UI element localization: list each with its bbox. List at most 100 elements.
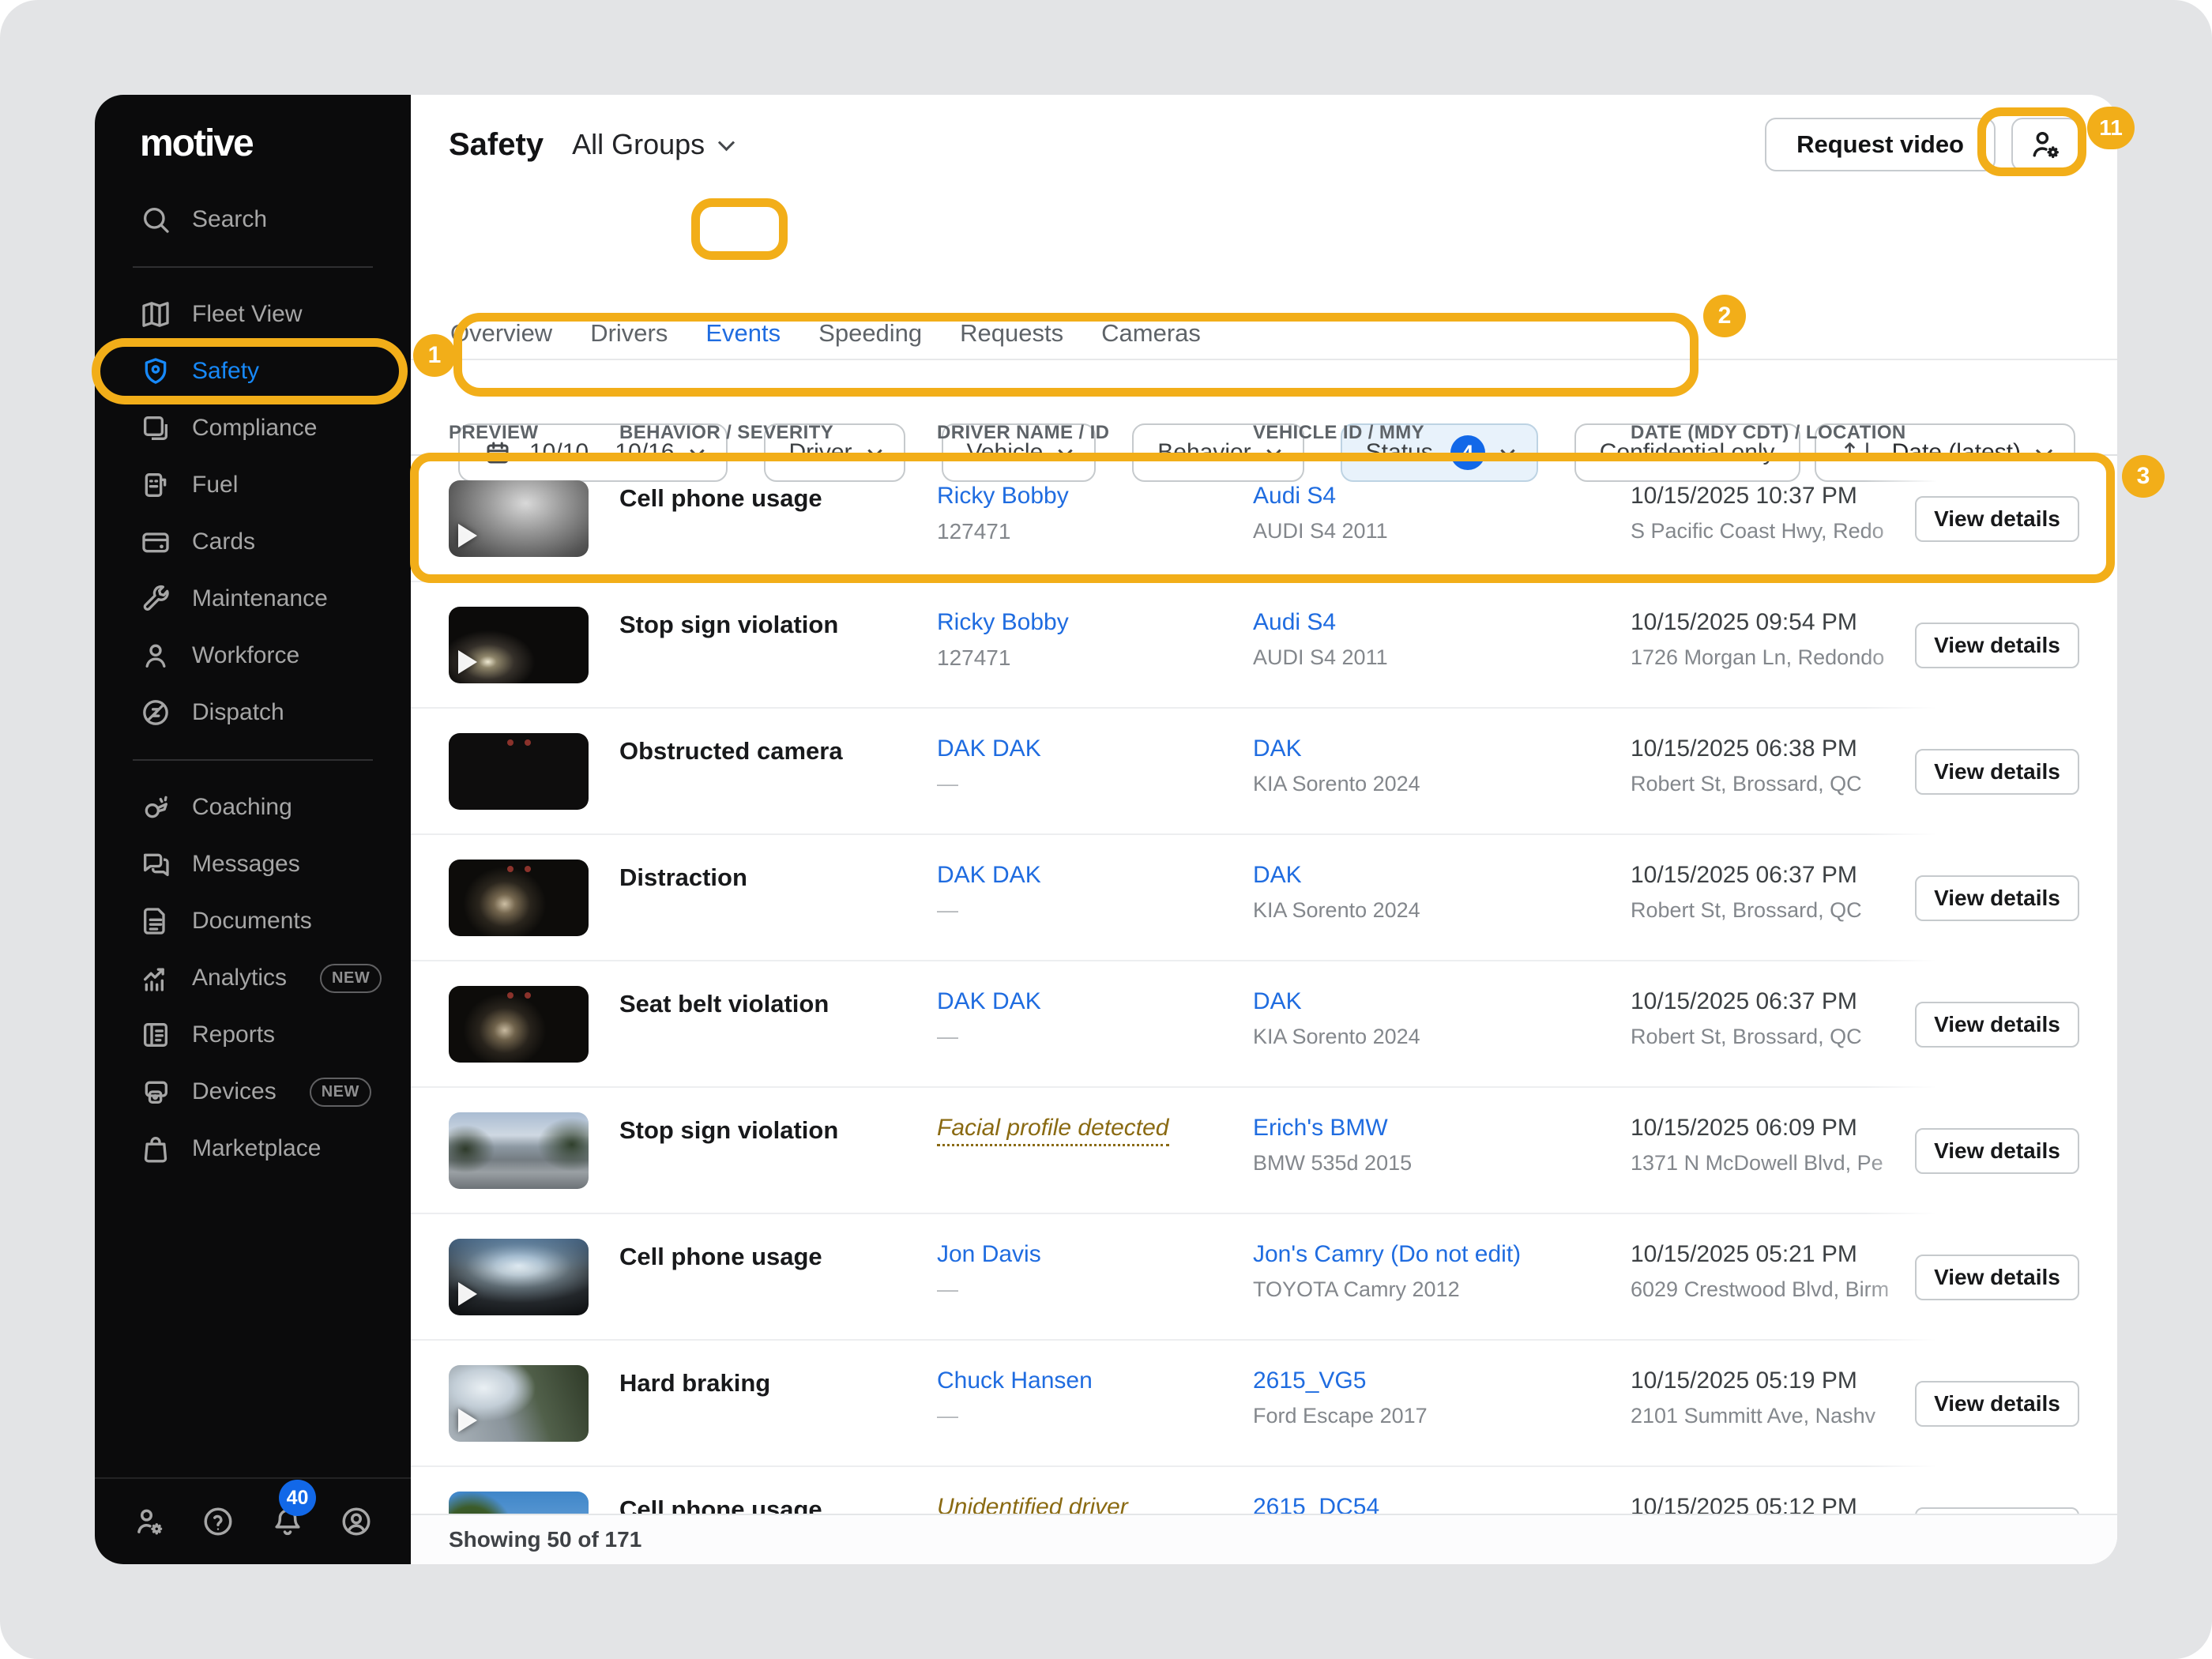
sidebar-item-analytics[interactable]: Analytics NEW (95, 950, 411, 1006)
event-thumbnail[interactable] (449, 1365, 589, 1442)
table-row[interactable]: Cell phone usage Unidentified driver 261… (411, 1467, 2117, 1514)
event-thumbnail[interactable] (449, 1492, 589, 1514)
driver-link[interactable]: DAK DAK (937, 862, 1041, 889)
driver-link[interactable]: Ricky Bobby (937, 483, 1069, 510)
tab-requests[interactable]: Requests (958, 314, 1065, 352)
sidebar-item-marketplace[interactable]: Marketplace (95, 1120, 411, 1177)
view-details-button[interactable]: View details (1915, 1255, 2079, 1300)
main-content: Safety All Groups Request video Overview… (411, 95, 2117, 1564)
view-details-button[interactable]: View details (1915, 749, 2079, 795)
event-date: 10/15/2025 05:12 PM (1631, 1494, 1857, 1514)
event-thumbnail[interactable] (449, 480, 589, 557)
vehicle-link[interactable]: Erich's BMW (1253, 1115, 1388, 1142)
event-thumbnail[interactable] (449, 1112, 589, 1189)
event-thumbnail[interactable] (449, 1239, 589, 1315)
table-row[interactable]: Stop sign violation Facial profile detec… (411, 1088, 2117, 1214)
sidebar-item-documents[interactable]: Documents (95, 893, 411, 950)
sidebar-item-devices[interactable]: Devices NEW (95, 1063, 411, 1120)
sidebar-item-workforce[interactable]: Workforce (95, 627, 411, 684)
sidebar-item-compliance[interactable]: Compliance (95, 400, 411, 457)
bell-icon[interactable]: 40 (269, 1503, 306, 1540)
sidebar-item-fleet-view[interactable]: Fleet View (95, 286, 411, 343)
document-icon (140, 905, 171, 937)
sidebar-item-cards[interactable]: Cards (95, 514, 411, 570)
tab-overview[interactable]: Overview (449, 314, 554, 352)
view-details-button[interactable]: View details (1915, 1128, 2079, 1174)
sidebar-item-safety[interactable]: Safety (95, 343, 411, 400)
event-thumbnail[interactable] (449, 607, 589, 683)
table-row[interactable]: Distraction DAK DAK— DAKKIA Sorento 2024… (411, 835, 2117, 961)
report-page-icon (140, 1019, 171, 1051)
event-location: S Pacific Coast Hwy, Redo (1631, 519, 1884, 544)
request-video-button[interactable]: Request video (1765, 118, 1996, 171)
vehicle-mmy: KIA Sorento 2024 (1253, 1025, 1420, 1049)
safety-settings-button[interactable] (2011, 118, 2079, 171)
sidebar-item-label: Cards (192, 529, 255, 555)
table-row[interactable]: Hard braking Chuck Hansen— 2615_VG5Ford … (411, 1341, 2117, 1467)
search-icon (140, 204, 171, 235)
event-date: 10/15/2025 10:37 PM (1631, 483, 1857, 510)
event-thumbnail[interactable] (449, 860, 589, 936)
vehicle-link[interactable]: DAK (1253, 862, 1302, 889)
tab-cameras[interactable]: Cameras (1100, 314, 1202, 352)
driver-id: — (937, 1277, 958, 1302)
sidebar-item-fuel[interactable]: Fuel (95, 457, 411, 514)
sidebar-item-maintenance[interactable]: Maintenance (95, 570, 411, 627)
table-row[interactable]: Cell phone usage Ricky Bobby127471 Audi … (411, 456, 2117, 582)
sidebar-item-label: Documents (192, 908, 312, 935)
column-header-date: DATE (MDY CDT) / LOCATION (1631, 422, 2117, 444)
sidebar-item-label: Maintenance (192, 585, 328, 612)
driver-facial-profile-link[interactable]: Facial profile detected (937, 1115, 1169, 1146)
group-selector-label: All Groups (572, 128, 705, 161)
tab-drivers[interactable]: Drivers (589, 314, 669, 352)
sidebar-item-reports[interactable]: Reports (95, 1006, 411, 1063)
driver-link[interactable]: DAK DAK (937, 988, 1041, 1015)
sidebar-item-label: Messages (192, 851, 300, 878)
group-selector[interactable]: All Groups (572, 128, 732, 161)
sidebar-footer: 40 (95, 1477, 411, 1564)
credit-card-icon (140, 526, 171, 558)
driver-link[interactable]: DAK DAK (937, 735, 1041, 762)
driver-link[interactable]: Ricky Bobby (937, 609, 1069, 636)
vehicle-link[interactable]: DAK (1253, 735, 1302, 762)
sidebar-item-coaching[interactable]: Coaching (95, 779, 411, 836)
vehicle-link[interactable]: DAK (1253, 988, 1302, 1015)
vehicle-mmy: BMW 535d 2015 (1253, 1151, 1412, 1176)
table-row[interactable]: Seat belt violation DAK DAK— DAKKIA Sore… (411, 961, 2117, 1088)
results-summary: Showing 50 of 171 (449, 1527, 641, 1552)
view-details-button[interactable]: View details (1915, 623, 2079, 668)
sidebar-item-messages[interactable]: Messages (95, 836, 411, 893)
vehicle-link[interactable]: 2615_DC54 (1253, 1494, 1379, 1514)
sidebar-item-search[interactable]: Search (95, 191, 411, 248)
table-row[interactable]: Obstructed camera DAK DAK— DAKKIA Sorent… (411, 709, 2117, 835)
vehicle-link[interactable]: Audi S4 (1253, 483, 1336, 510)
view-details-button[interactable]: View details (1915, 1002, 2079, 1048)
user-settings-icon[interactable] (131, 1503, 167, 1540)
table-row[interactable]: Stop sign violation Ricky Bobby127471 Au… (411, 582, 2117, 709)
sidebar-item-label: Dispatch (192, 699, 284, 726)
vehicle-link[interactable]: Audi S4 (1253, 609, 1336, 636)
driver-link[interactable]: Jon Davis (937, 1241, 1041, 1268)
view-details-button[interactable]: View details (1915, 496, 2079, 542)
driver-unidentified-link[interactable]: Unidentified driver (937, 1494, 1128, 1514)
vehicle-link[interactable]: 2615_VG5 (1253, 1367, 1366, 1394)
sidebar-divider (133, 759, 373, 761)
new-badge: NEW (310, 1078, 371, 1107)
tab-speeding[interactable]: Speeding (817, 314, 924, 352)
device-lock-icon (140, 1076, 171, 1108)
view-details-button[interactable]: View details (1915, 875, 2079, 921)
account-icon[interactable] (338, 1503, 374, 1540)
panels-icon (140, 412, 171, 444)
event-date: 10/15/2025 05:19 PM (1631, 1367, 1857, 1394)
person-icon (140, 640, 171, 672)
event-thumbnail[interactable] (449, 733, 589, 810)
view-details-button[interactable]: View details (1915, 1381, 2079, 1427)
tab-events[interactable]: Events (704, 314, 782, 352)
event-thumbnail[interactable] (449, 986, 589, 1063)
table-row[interactable]: Cell phone usage Jon Davis— Jon's Camry … (411, 1214, 2117, 1341)
driver-link[interactable]: Chuck Hansen (937, 1367, 1093, 1394)
sidebar-item-dispatch[interactable]: Dispatch (95, 684, 411, 741)
help-icon[interactable] (200, 1503, 236, 1540)
shield-icon (140, 356, 171, 387)
vehicle-link[interactable]: Jon's Camry (Do not edit) (1253, 1241, 1521, 1268)
